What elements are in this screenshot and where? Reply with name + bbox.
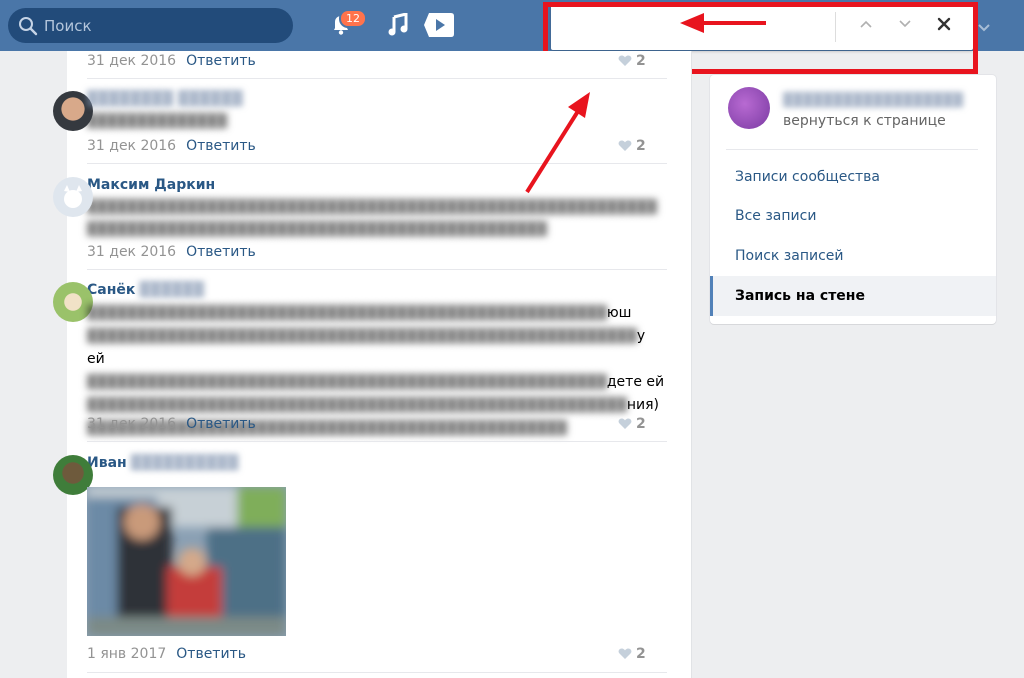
- search-icon: [18, 16, 38, 36]
- comment: ████████ ██████ ██████████████: [53, 89, 667, 133]
- comment-date: 1 янв 2017: [87, 646, 167, 662]
- comment-meta: 31 дек 2016 Ответить: [87, 138, 256, 154]
- find-separator: [835, 12, 836, 42]
- comment: Иван ██████████: [53, 453, 667, 495]
- sidebar-item-search-posts[interactable]: Поиск записей: [710, 236, 996, 276]
- find-bar: [551, 4, 973, 50]
- divider: [87, 269, 667, 270]
- comment-date: 31 дек 2016: [87, 244, 177, 260]
- like-count: 2: [636, 53, 646, 69]
- divider: [87, 672, 667, 673]
- comment-author[interactable]: Максим Даркин: [87, 175, 667, 195]
- divider: [87, 163, 667, 164]
- chevron-down-icon[interactable]: [897, 16, 913, 36]
- comment-author[interactable]: ████████ ██████: [87, 89, 667, 109]
- comment-author[interactable]: Санёк ██████: [87, 280, 667, 300]
- comment-date: 31 дек 2016: [87, 416, 177, 432]
- sidebar-item-community-posts[interactable]: Записи сообщества: [710, 157, 996, 197]
- comment-meta: 31 дек 2016 Ответить: [87, 416, 256, 432]
- heart-icon: [618, 140, 632, 151]
- back-to-page-link[interactable]: вернуться к странице: [783, 113, 946, 129]
- heart-icon: [618, 648, 632, 659]
- sidebar-item-all-posts[interactable]: Все записи: [710, 196, 996, 236]
- notifications-badge: 12: [339, 9, 367, 28]
- heart-icon: [618, 55, 632, 66]
- comment-author[interactable]: Иван ██████████: [87, 453, 667, 473]
- comment-author-surname[interactable]: ██████: [139, 280, 204, 300]
- divider: [726, 149, 978, 150]
- group-avatar[interactable]: [728, 87, 770, 129]
- comment-author-name[interactable]: Санёк: [87, 280, 135, 300]
- like-button[interactable]: 2: [618, 138, 646, 154]
- comment-author-surname[interactable]: ██████████: [131, 453, 239, 473]
- reply-link[interactable]: Ответить: [186, 138, 256, 154]
- close-icon[interactable]: [935, 15, 953, 37]
- comment-meta: 31 дек 2016 Ответить: [87, 53, 256, 69]
- comment-date: 31 дек 2016: [87, 138, 177, 154]
- like-button[interactable]: 2: [618, 646, 646, 662]
- reply-link[interactable]: Ответить: [186, 416, 256, 432]
- reply-link[interactable]: Ответить: [186, 53, 256, 69]
- group-name[interactable]: ██████████████████: [783, 93, 963, 108]
- side-panel: ██████████████████ вернуться к странице …: [710, 75, 996, 324]
- sidebar-item-wall-post[interactable]: Запись на стене: [710, 276, 996, 316]
- comments-list: 31 дек 2016 Ответить 2 ████████ ██████ █…: [53, 51, 692, 678]
- divider: [87, 78, 667, 79]
- comment: Максим Даркин ██████████████████████████…: [53, 175, 667, 241]
- like-button[interactable]: 2: [618, 416, 646, 432]
- search-box[interactable]: [8, 8, 293, 43]
- like-count: 2: [636, 646, 646, 662]
- avatar[interactable]: [53, 177, 93, 217]
- like-button[interactable]: 2: [618, 53, 646, 69]
- like-count: 2: [636, 416, 646, 432]
- comment-meta: 1 янв 2017 Ответить: [87, 646, 246, 662]
- heart-icon: [618, 418, 632, 429]
- comment-photo[interactable]: [87, 487, 286, 636]
- music-icon[interactable]: [387, 12, 409, 41]
- comment-meta: 31 дек 2016 Ответить: [87, 244, 256, 260]
- reply-link[interactable]: Ответить: [186, 244, 256, 260]
- chevron-down-icon[interactable]: [977, 18, 991, 37]
- comment-text: ████████████████████████████████████████…: [87, 200, 657, 237]
- like-count: 2: [636, 138, 646, 154]
- video-icon[interactable]: [423, 11, 455, 43]
- comment-author-name[interactable]: ████████ ██████: [87, 89, 243, 109]
- divider: [87, 441, 667, 442]
- comment-date: 31 дек 2016: [87, 53, 177, 69]
- reply-link[interactable]: Ответить: [176, 646, 246, 662]
- chevron-up-icon[interactable]: [858, 16, 874, 36]
- comment-text: ██████████████: [87, 114, 227, 129]
- search-input[interactable]: [44, 16, 284, 35]
- find-input[interactable]: [551, 4, 835, 50]
- comment-author-name[interactable]: Иван: [87, 453, 127, 473]
